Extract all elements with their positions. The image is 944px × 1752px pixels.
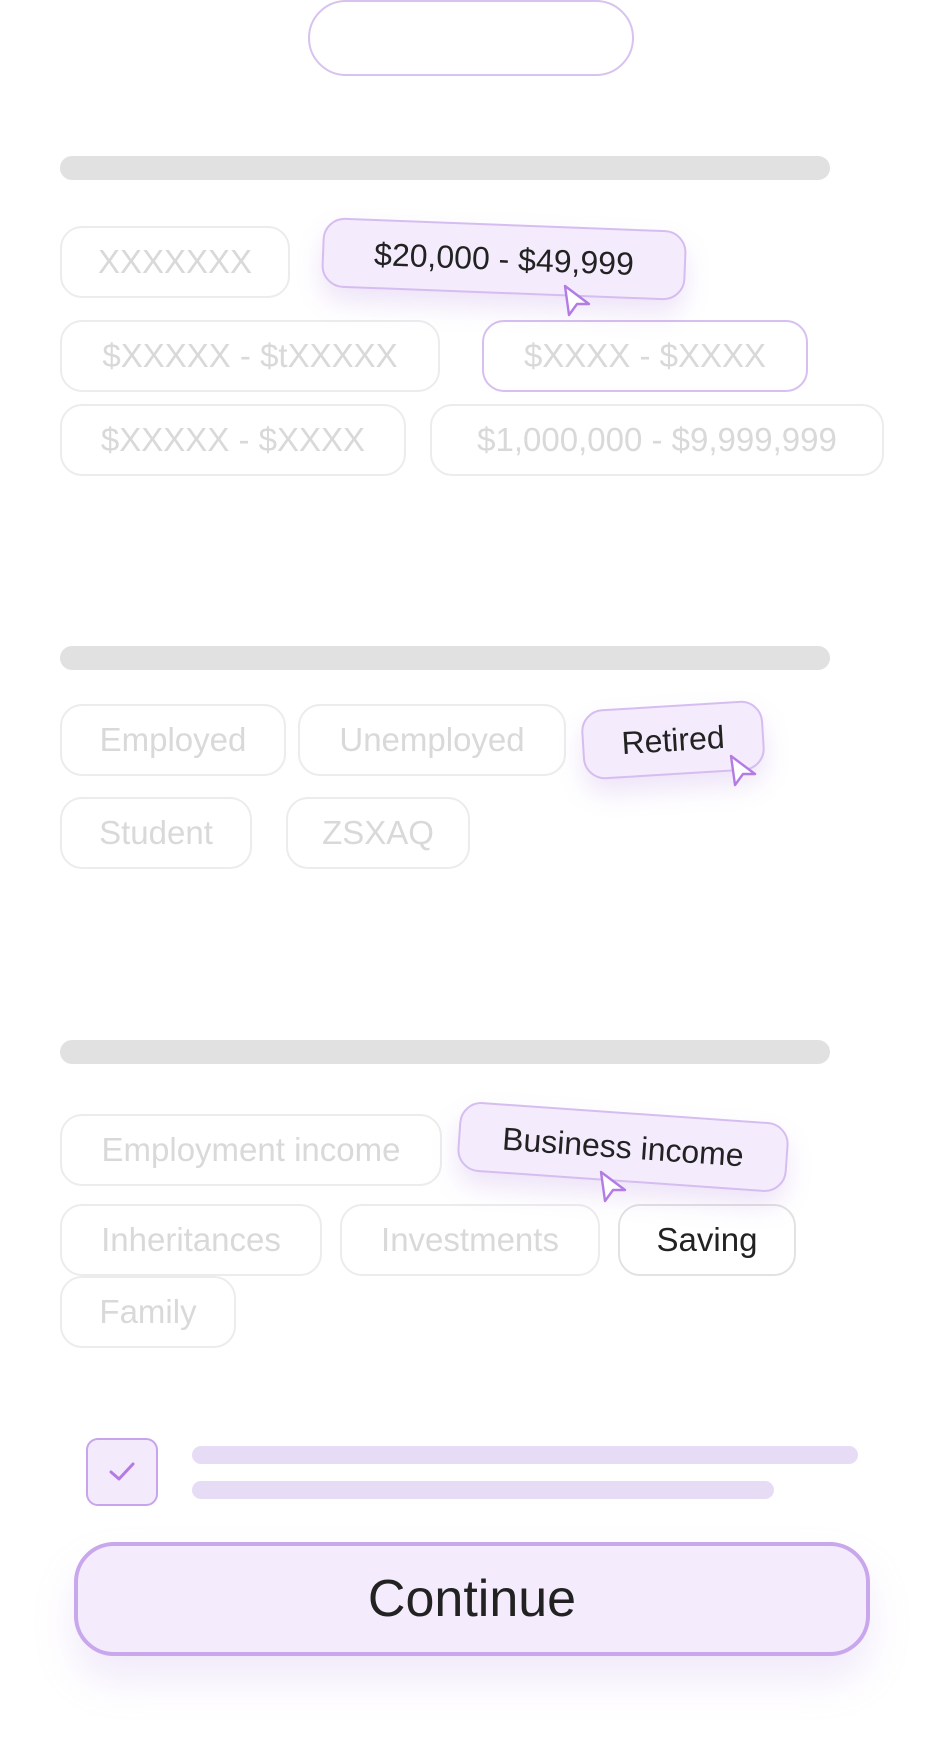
income-option-4[interactable]: $XXXXX - $XXXX bbox=[60, 404, 406, 476]
cursor-icon bbox=[563, 284, 591, 317]
income-option-3[interactable]: $XXXX - $XXXX bbox=[482, 320, 808, 392]
employment-heading-placeholder bbox=[60, 646, 830, 670]
consent-text-placeholder bbox=[192, 1481, 774, 1499]
income-range-heading-placeholder bbox=[60, 156, 830, 180]
header-pill bbox=[308, 0, 634, 76]
funds-option-inheritances[interactable]: Inheritances bbox=[60, 1204, 322, 1276]
continue-button[interactable]: Continue bbox=[74, 1542, 870, 1656]
employment-option-unemployed[interactable]: Unemployed bbox=[298, 704, 566, 776]
consent-text-placeholder bbox=[192, 1446, 858, 1464]
employment-option-other[interactable]: ZSXAQ bbox=[286, 797, 470, 869]
funds-option-family[interactable]: Family bbox=[60, 1276, 236, 1348]
checkmark-icon bbox=[109, 1462, 135, 1481]
onboarding-form: XXXXXXX $XXXXX - $tXXXXX $XXXX - $XXXX $… bbox=[0, 0, 944, 1752]
source-of-funds-heading-placeholder bbox=[60, 1040, 830, 1064]
employment-option-employed[interactable]: Employed bbox=[60, 704, 286, 776]
employment-option-student[interactable]: Student bbox=[60, 797, 252, 869]
income-option-5[interactable]: $1,000,000 - $9,999,999 bbox=[430, 404, 884, 476]
income-option-2[interactable]: $XXXXX - $tXXXXX bbox=[60, 320, 440, 392]
cursor-icon bbox=[729, 754, 757, 787]
funds-option-employment-income[interactable]: Employment income bbox=[60, 1114, 442, 1186]
income-option-1[interactable]: XXXXXXX bbox=[60, 226, 290, 298]
consent-checkbox[interactable] bbox=[86, 1438, 158, 1506]
funds-option-investments[interactable]: Investments bbox=[340, 1204, 600, 1276]
funds-option-saving[interactable]: Saving bbox=[618, 1204, 796, 1276]
income-option-selected[interactable]: $20,000 - $49,999 bbox=[320, 217, 688, 301]
cursor-icon bbox=[599, 1170, 627, 1203]
